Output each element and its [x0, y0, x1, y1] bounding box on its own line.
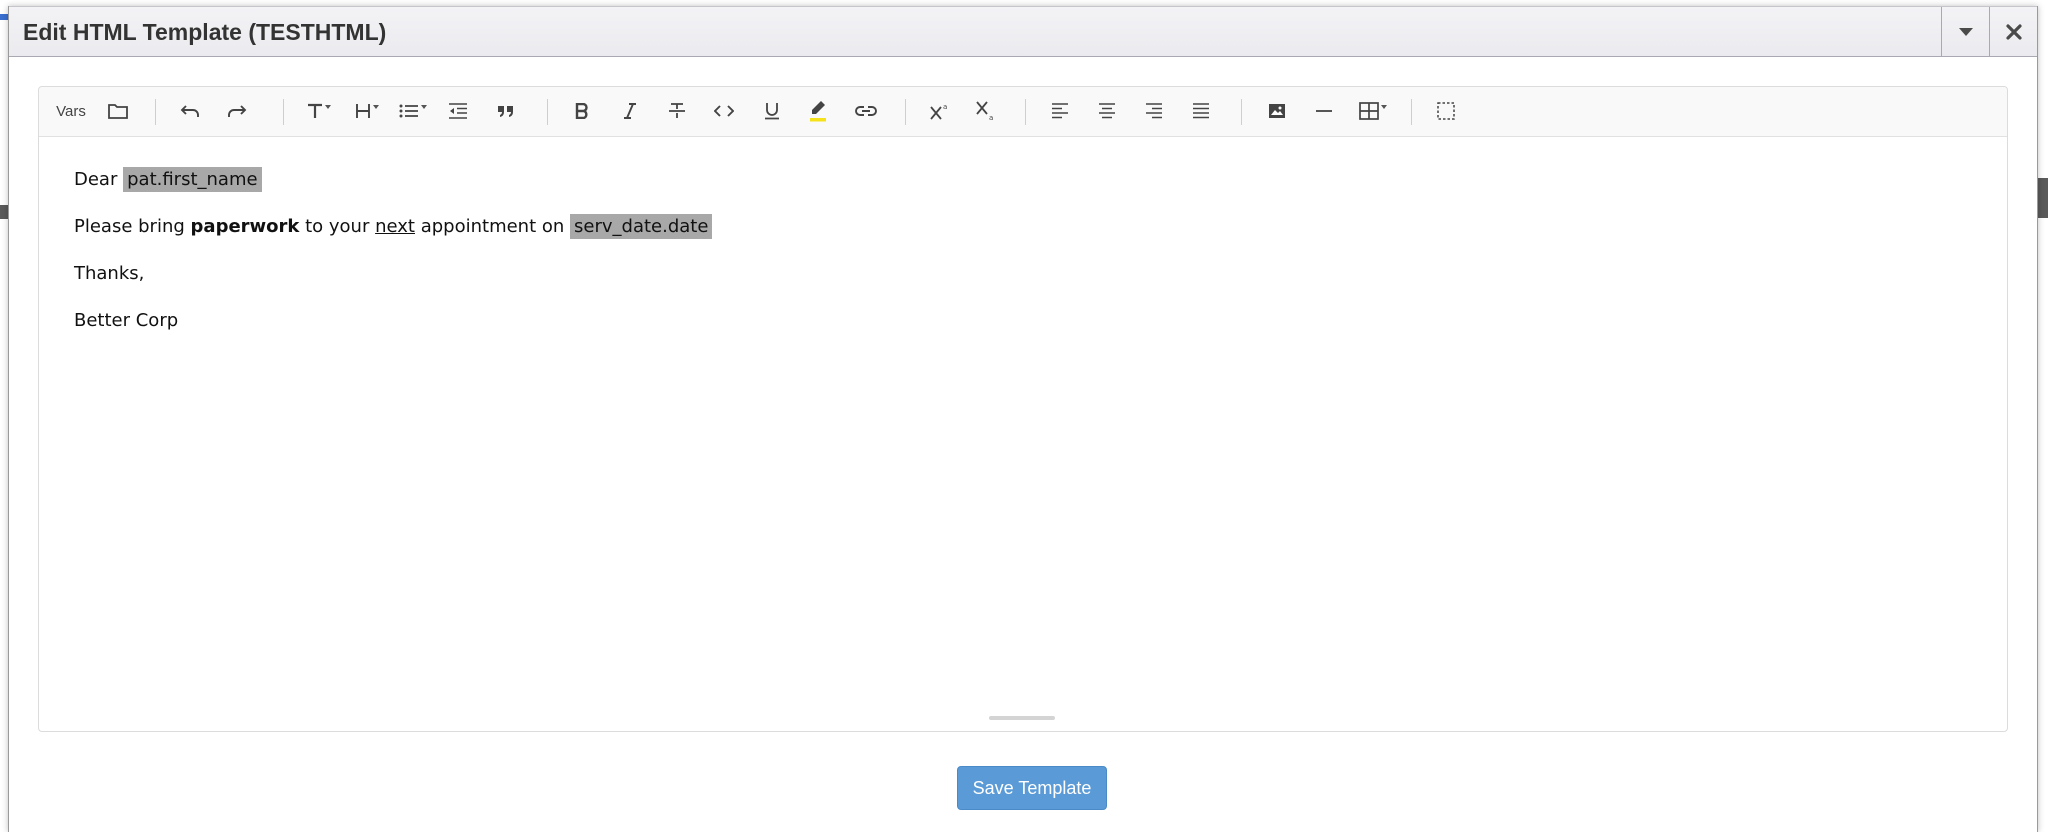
link-button[interactable]	[849, 94, 883, 128]
text-style-icon	[308, 103, 322, 118]
blockquote-button[interactable]	[489, 94, 523, 128]
dropdown-caret-icon	[421, 105, 427, 109]
dialog-title: Edit HTML Template (TESTHTML)	[23, 19, 387, 45]
list-icon	[399, 104, 418, 118]
strikethrough-icon	[669, 103, 685, 118]
content-line-message: Please bring paperwork to your next appo…	[74, 214, 713, 239]
insert-image-button[interactable]	[1260, 94, 1294, 128]
select-all-button[interactable]	[1429, 94, 1463, 128]
italic-button[interactable]	[613, 94, 647, 128]
align-center-icon	[1099, 103, 1115, 119]
list-button[interactable]	[395, 94, 431, 128]
image-icon	[1269, 104, 1285, 118]
undo-button[interactable]	[173, 94, 207, 128]
vars-label: Vars	[56, 102, 86, 120]
dropdown-caret-icon	[325, 105, 331, 109]
superscript-button[interactable]: a	[923, 94, 957, 128]
blockquote-icon	[498, 106, 513, 117]
strikethrough-button[interactable]	[660, 94, 694, 128]
table-icon	[1359, 102, 1379, 120]
select-all-icon	[1437, 102, 1455, 120]
dialog-titlebar: Edit HTML Template (TESTHTML)	[9, 6, 2037, 57]
code-button[interactable]	[707, 94, 741, 128]
background-fragment	[0, 14, 8, 20]
align-right-button[interactable]	[1137, 94, 1171, 128]
heading-button[interactable]	[349, 94, 385, 128]
heading-icon	[356, 104, 370, 118]
vars-button[interactable]: Vars	[51, 94, 91, 128]
content-line-signature: Better Corp	[74, 310, 179, 331]
align-justify-icon	[1193, 103, 1209, 119]
code-icon	[714, 105, 734, 117]
editor-resize-handle[interactable]	[989, 716, 1055, 720]
bold-icon	[575, 103, 588, 119]
underline-button[interactable]	[755, 94, 789, 128]
outdent-button[interactable]	[441, 94, 475, 128]
message-text-part-2: to your	[299, 216, 376, 237]
bold-button[interactable]	[565, 94, 599, 128]
content-line-greeting: Dear pat.first_name	[74, 167, 712, 192]
background-fragment	[0, 205, 8, 219]
dropdown-caret-icon	[1381, 105, 1387, 109]
editor-content[interactable]: Dear pat.first_name Please bring paperwo…	[74, 167, 713, 355]
table-button[interactable]	[1353, 94, 1393, 128]
underline-icon	[765, 103, 779, 120]
bold-text: paperwork	[190, 216, 300, 237]
collapse-button[interactable]	[1941, 7, 1990, 56]
editor-toolbar: Vars a a	[39, 87, 2007, 137]
redo-button[interactable]	[220, 94, 254, 128]
link-icon	[855, 106, 877, 116]
chevron-down-icon	[1959, 27, 1973, 36]
text-style-button[interactable]	[301, 94, 337, 128]
highlight-button[interactable]	[801, 94, 835, 128]
underlined-text: next	[375, 216, 415, 237]
svg-text:a: a	[943, 103, 947, 111]
edit-template-dialog: Edit HTML Template (TESTHTML) Vars a a D…	[8, 6, 2038, 832]
save-template-button[interactable]: Save Template	[957, 766, 1107, 810]
rich-text-editor: Vars a a Dear pat.first_name Please brin…	[38, 86, 2008, 732]
subscript-icon: a	[976, 101, 993, 121]
greeting-text: Dear	[74, 169, 118, 190]
svg-text:a: a	[989, 114, 993, 121]
content-line-thanks: Thanks,	[74, 263, 145, 284]
subscript-button[interactable]: a	[969, 94, 1003, 128]
align-right-icon	[1146, 103, 1162, 119]
close-button[interactable]	[1989, 7, 2038, 56]
align-left-button[interactable]	[1043, 94, 1077, 128]
superscript-icon: a	[930, 103, 947, 120]
close-icon	[2006, 23, 2022, 40]
folder-icon	[108, 104, 128, 119]
align-justify-button[interactable]	[1184, 94, 1218, 128]
message-text-part-1: Please bring	[74, 216, 191, 237]
highlight-icon	[810, 101, 826, 122]
variable-first-name[interactable]: pat.first_name	[123, 167, 262, 192]
align-left-icon	[1052, 103, 1068, 119]
dropdown-caret-icon	[373, 105, 379, 109]
redo-icon	[228, 105, 247, 117]
italic-icon	[624, 103, 636, 119]
align-center-button[interactable]	[1090, 94, 1124, 128]
horizontal-rule-button[interactable]	[1307, 94, 1341, 128]
folder-button[interactable]	[101, 94, 135, 128]
undo-icon	[180, 105, 199, 117]
outdent-icon	[449, 103, 467, 119]
message-text-part-3: appointment on	[414, 216, 571, 237]
horizontal-rule-icon	[1316, 110, 1332, 112]
variable-service-date[interactable]: serv_date.date	[570, 214, 713, 239]
